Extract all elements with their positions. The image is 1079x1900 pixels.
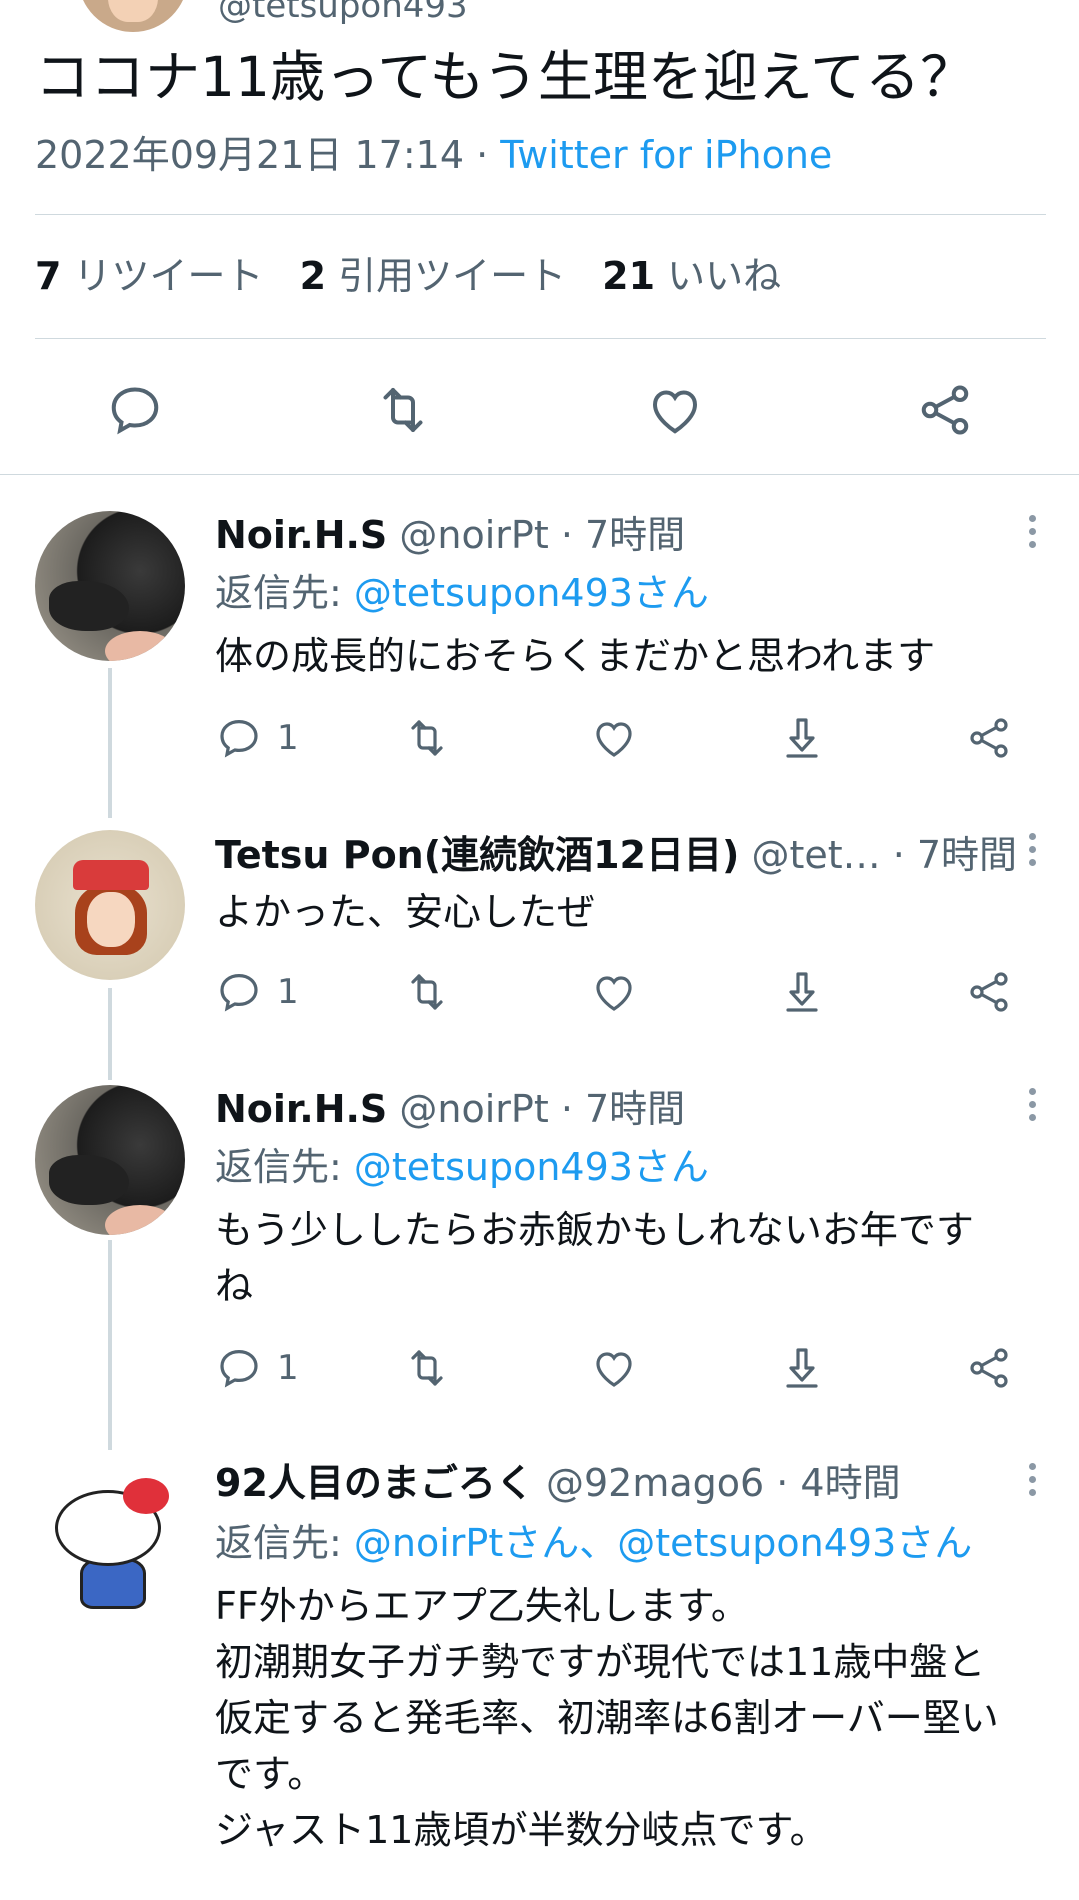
likes-stat[interactable]: 21 いいね: [602, 254, 781, 298]
download-icon: [786, 1348, 818, 1388]
reply-time[interactable]: · 4時間: [764, 1461, 900, 1505]
thread-line: [108, 988, 112, 1080]
retweet-button[interactable]: [403, 710, 451, 766]
reply-button[interactable]: 1: [215, 710, 299, 766]
download-button[interactable]: [778, 964, 826, 1020]
reply-count: 1: [277, 718, 299, 758]
reply-count: 1: [277, 972, 299, 1012]
thread-line: [108, 668, 112, 818]
user-handle[interactable]: @tet…: [751, 833, 880, 877]
reply-time[interactable]: · 7時間: [881, 833, 1017, 877]
replying-to: 返信先: @tetsupon493さん: [215, 571, 709, 615]
retweets-count: 7: [35, 254, 62, 298]
avatar[interactable]: [35, 830, 185, 980]
download-button[interactable]: [778, 1340, 826, 1396]
reply-text: FF外からエアプ乙失礼します。 初潮期女子ガチ勢ですが現代では11歳中盤と 仮定…: [215, 1584, 999, 1852]
reply-icon[interactable]: [105, 380, 165, 440]
reply-to-link[interactable]: @noirPtさん、@tetsupon493さん: [354, 1521, 972, 1565]
quotes-stat[interactable]: 2 引用ツイート: [300, 254, 567, 298]
reply-to-link[interactable]: @tetsupon493さん: [354, 571, 709, 615]
reply-action-bar: 1: [215, 1340, 1035, 1396]
retweet-button[interactable]: [403, 1340, 451, 1396]
avatar[interactable]: [35, 1460, 185, 1610]
divider: [35, 338, 1046, 339]
download-icon: [786, 718, 818, 758]
author-avatar[interactable]: [78, 0, 188, 32]
retweet-icon: [411, 1350, 443, 1386]
more-icon[interactable]: [1027, 515, 1037, 554]
thread-line: [108, 1240, 112, 1450]
like-icon: [596, 976, 632, 1011]
reply-text: もう少ししたらお赤飯かもしれないお年です ね: [215, 1208, 974, 1308]
divider: [35, 214, 1046, 215]
reply-time[interactable]: · 7時間: [549, 1087, 685, 1131]
meta-separator: ·: [464, 133, 501, 177]
user-handle[interactable]: @92mago6: [546, 1461, 764, 1505]
like-button[interactable]: [590, 710, 638, 766]
likes-count: 21: [602, 254, 656, 298]
replying-to: 返信先: @noirPtさん、@tetsupon493さん: [215, 1521, 973, 1565]
reply-text: よかった、安心したぜ: [215, 890, 596, 934]
quotes-label: 引用ツイート: [338, 254, 567, 298]
retweet-icon: [411, 974, 443, 1010]
replying-to: 返信先: @tetsupon493さん: [215, 1145, 709, 1189]
display-name[interactable]: 92人目のまごろく: [215, 1461, 534, 1505]
like-icon: [596, 722, 632, 757]
share-icon: [970, 718, 1008, 758]
download-icon: [786, 972, 818, 1012]
retweet-button[interactable]: [403, 964, 451, 1020]
tweet-text: ココナ11歳ってもう生理を迎えてる？: [35, 45, 976, 109]
like-button[interactable]: [590, 1340, 638, 1396]
reply-header: Tetsu Pon(連続飲酒12日目) @tet… · 7時間: [215, 830, 1017, 880]
more-icon[interactable]: [1027, 1463, 1037, 1502]
divider: [0, 474, 1079, 475]
reply-to-link[interactable]: @tetsupon493さん: [354, 1145, 709, 1189]
share-icon: [970, 972, 1008, 1012]
share-icon[interactable]: [915, 380, 975, 440]
reply-icon: [220, 973, 258, 1012]
share-button[interactable]: [965, 1340, 1013, 1396]
share-button[interactable]: [965, 710, 1013, 766]
likes-label: いいね: [667, 254, 782, 298]
share-icon: [970, 1348, 1008, 1388]
reply-header: 92人目のまごろく @92mago6 · 4時間: [215, 1458, 901, 1508]
like-icon: [596, 1352, 632, 1387]
like-icon[interactable]: [645, 380, 705, 440]
more-icon[interactable]: [1027, 1088, 1037, 1127]
avatar[interactable]: [35, 511, 185, 661]
retweet-icon[interactable]: [373, 380, 433, 440]
display-name[interactable]: Noir.H.S: [215, 1087, 387, 1131]
share-button[interactable]: [965, 964, 1013, 1020]
tweet-source[interactable]: Twitter for iPhone: [500, 133, 832, 177]
reply-text: 体の成長的におそらくまだかと思われます: [215, 634, 936, 678]
tweet-meta: 2022年09月21日 17:14 · Twitter for iPhone: [35, 130, 832, 180]
reply-icon: [220, 719, 258, 758]
user-handle[interactable]: @noirPt: [399, 513, 548, 557]
tweet-stats: 7 リツイート 2 引用ツイート 21 いいね: [35, 251, 781, 301]
tweet-timestamp[interactable]: 2022年09月21日 17:14: [35, 133, 464, 177]
avatar[interactable]: [35, 1085, 185, 1235]
retweets-stat[interactable]: 7 リツイート: [35, 254, 264, 298]
reply-header: Noir.H.S @noirPt · 7時間: [215, 1084, 685, 1134]
tweet-action-bar: [0, 360, 1079, 460]
quotes-count: 2: [299, 254, 327, 298]
reply-header: Noir.H.S @noirPt · 7時間: [215, 510, 685, 560]
like-button[interactable]: [590, 964, 638, 1020]
display-name[interactable]: Noir.H.S: [215, 513, 387, 557]
user-handle[interactable]: @noirPt: [399, 1087, 548, 1131]
retweets-label: リツイート: [73, 254, 264, 298]
more-icon[interactable]: [1027, 833, 1037, 872]
reply-action-bar: 1: [215, 964, 1035, 1020]
display-name[interactable]: Tetsu Pon(連続飲酒12日目): [215, 833, 739, 877]
reply-action-bar: 1: [215, 710, 1035, 766]
download-button[interactable]: [778, 710, 826, 766]
reply-time[interactable]: · 7時間: [549, 513, 685, 557]
reply-button[interactable]: 1: [215, 1340, 299, 1396]
reply-count: 1: [277, 1348, 299, 1388]
author-handle[interactable]: @tetsupon493: [218, 0, 468, 26]
reply-button[interactable]: 1: [215, 964, 299, 1020]
reply-icon: [220, 1349, 258, 1388]
retweet-icon: [411, 720, 443, 756]
